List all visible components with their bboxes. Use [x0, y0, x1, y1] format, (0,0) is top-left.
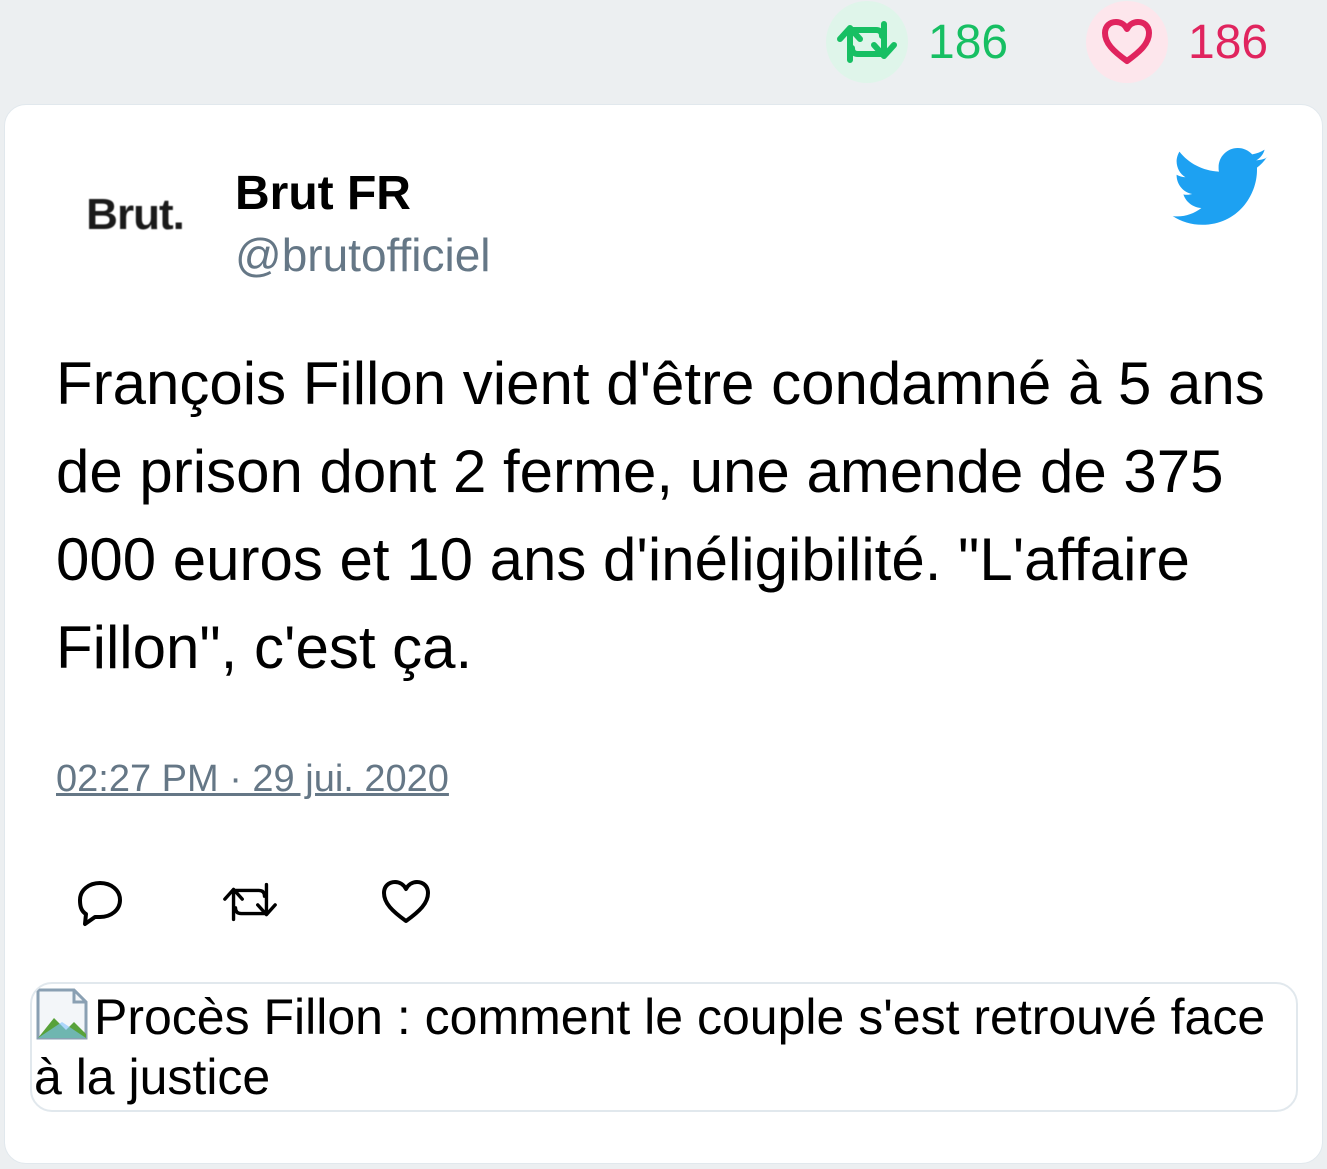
link-preview-image-alt: Procès Fillon : comment le couple s'est …: [34, 989, 1266, 1105]
retweet-count: 186: [928, 15, 1009, 69]
like-count: 186: [1188, 15, 1269, 69]
twitter-bird-icon[interactable]: [1172, 148, 1270, 228]
retweet-icon[interactable]: [220, 870, 280, 934]
like-stat[interactable]: 186: [1086, 0, 1268, 84]
retweet-stat[interactable]: 186: [826, 0, 1008, 84]
tweet-actions: [0, 870, 600, 940]
avatar[interactable]: Brut.: [70, 160, 200, 270]
tweet-text: François Fillon vient d'être condamné à …: [56, 350, 1265, 681]
like-icon[interactable]: [376, 870, 436, 934]
broken-image-icon: [36, 988, 88, 1040]
link-preview-card[interactable]: Procès Fillon : comment le couple s'est …: [30, 982, 1298, 1112]
link-preview[interactable]: Procès Fillon : comment le couple s'est …: [32, 984, 1296, 1107]
reply-icon[interactable]: [70, 870, 130, 934]
retweet-stat-icon[interactable]: [826, 1, 908, 83]
tweet-timestamp[interactable]: 02:27 PM · 29 jui. 2020: [56, 758, 449, 801]
heart-stat-icon[interactable]: [1086, 1, 1168, 83]
user-name[interactable]: Brut FR: [235, 166, 411, 221]
tweet-stats-bar: 186 186: [0, 0, 1327, 100]
user-handle[interactable]: @brutofficiel: [235, 228, 491, 282]
avatar-logo-text: Brut.: [86, 190, 185, 239]
